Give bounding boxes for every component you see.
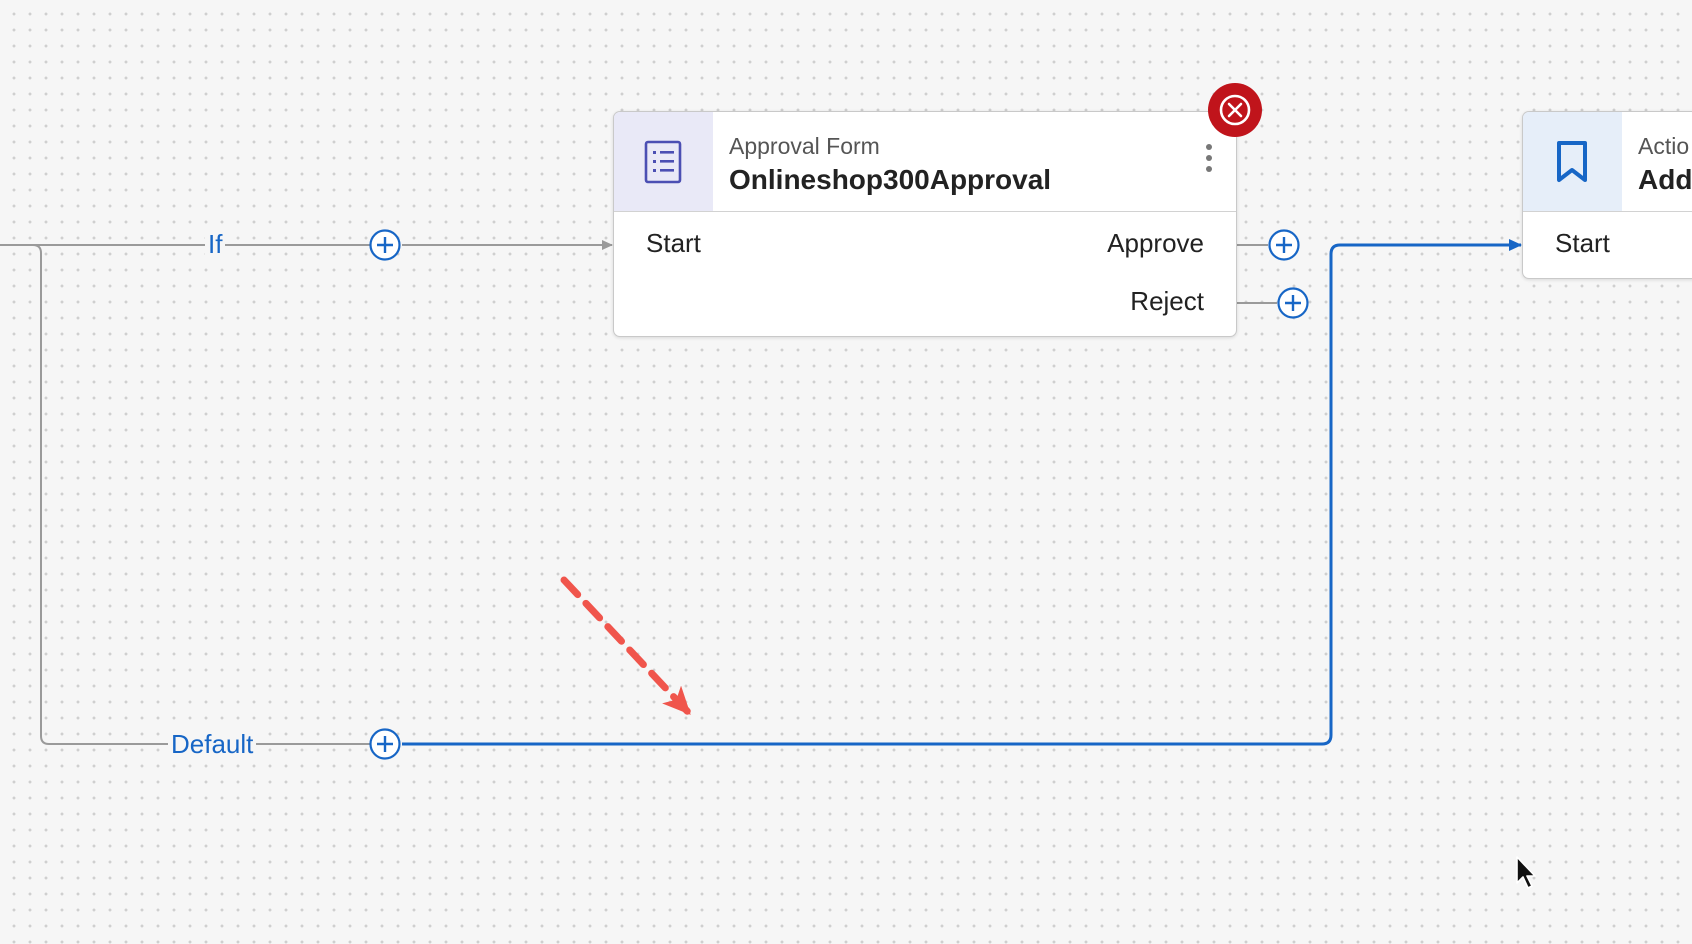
node-menu-icon[interactable]: [1204, 144, 1214, 178]
remove-node-button[interactable]: [1207, 82, 1263, 138]
action-input-port: Start: [1555, 228, 1610, 258]
action-icon-box: [1523, 112, 1622, 211]
action-node-type: Actio: [1638, 133, 1690, 159]
add-step-default-button[interactable]: [369, 728, 401, 760]
add-step-reject-button[interactable]: [1277, 287, 1309, 319]
if-branch-connector: [0, 244, 370, 745]
approval-icon-box: [614, 112, 713, 211]
default-edge-label: Default: [168, 730, 257, 758]
add-step-if-button[interactable]: [369, 229, 401, 261]
bookmark-icon: [1557, 141, 1587, 182]
if-edge-label: If: [205, 230, 226, 258]
approve-output-port[interactable]: Approve: [1107, 228, 1204, 259]
approval-form-node[interactable]: Approval Form Onlineshop300Approval Star…: [613, 111, 1237, 337]
mouse-cursor-icon: [1516, 856, 1536, 889]
add-step-approve-button[interactable]: [1268, 229, 1300, 261]
approval-node-name: Onlineshop300Approval: [729, 164, 1052, 195]
form-list-icon: [644, 140, 682, 184]
reject-output-port[interactable]: Reject: [1130, 286, 1204, 317]
approval-node-type: Approval Form: [729, 133, 880, 159]
action-node-name: Add: [1638, 164, 1692, 195]
annotation-arrow: [560, 576, 692, 716]
action-node[interactable]: Actio Add Start: [1522, 111, 1692, 279]
approval-input-port: Start: [646, 228, 701, 258]
action-node-header[interactable]: Actio Add: [1523, 112, 1692, 212]
approval-node-header[interactable]: Approval Form Onlineshop300Approval: [614, 112, 1236, 212]
